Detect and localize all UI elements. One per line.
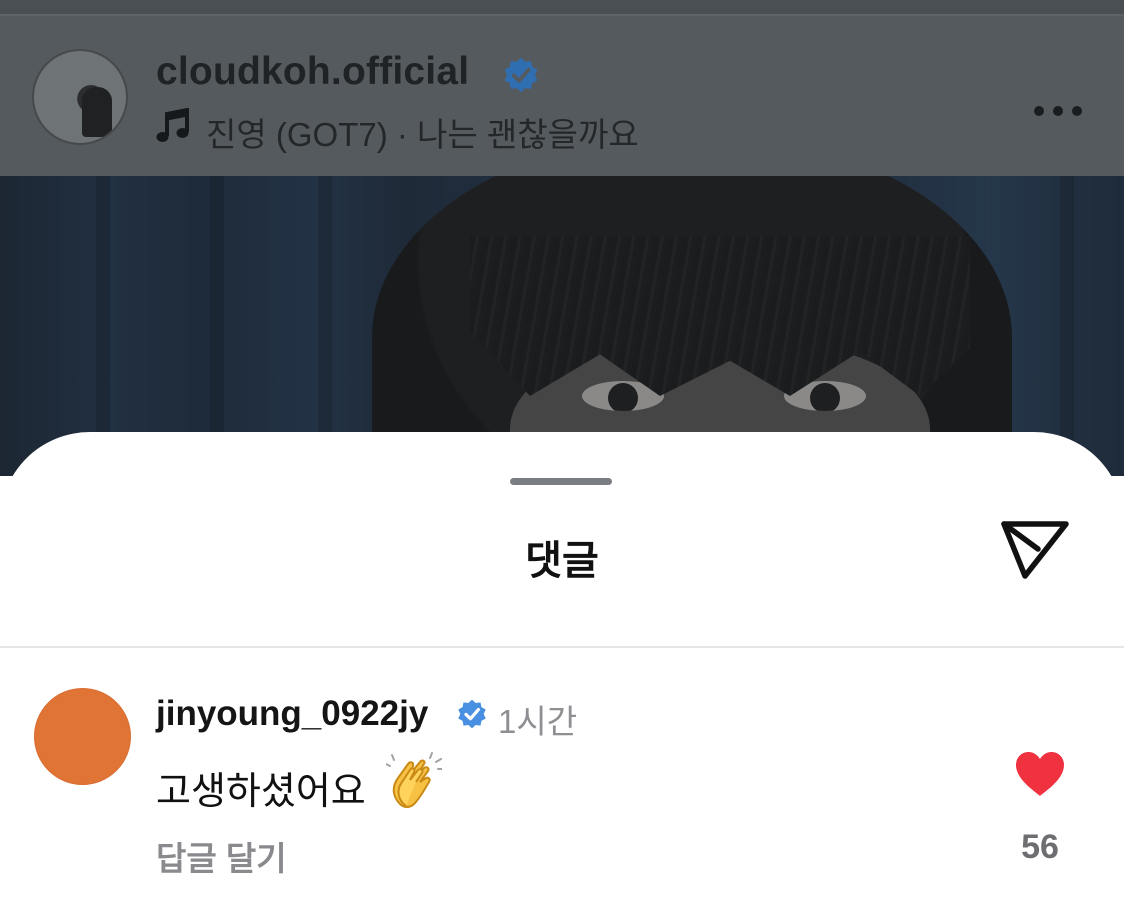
- clapping-hands-icon: [386, 752, 442, 808]
- comment-timestamp: 1시간: [498, 703, 578, 740]
- comment-author-username[interactable]: jinyoung_0922jy: [156, 694, 428, 734]
- post-image[interactable]: [0, 176, 1124, 476]
- avatar-figure: [82, 87, 112, 137]
- like-count: 56: [1021, 828, 1059, 866]
- post-header: cloudkoh.official 진영 (GOT7) · 나는 괜찮을까요: [0, 16, 1124, 176]
- verified-badge-icon: [458, 699, 486, 729]
- music-note-icon: [156, 108, 189, 142]
- sheet-drag-handle[interactable]: [510, 478, 612, 485]
- audio-track-label[interactable]: 진영 (GOT7) · 나는 괜찮을까요: [206, 108, 639, 156]
- comment-text: 고생하셨어요: [156, 771, 366, 813]
- verified-badge-icon: [504, 57, 538, 93]
- post-author-avatar[interactable]: [32, 49, 128, 145]
- comment-item: jinyoung_0922jy 1시간 고생하셨어요 답글 달기 56: [0, 648, 1124, 908]
- post-author-username[interactable]: cloudkoh.official: [156, 50, 469, 94]
- reply-button[interactable]: 답글 달기: [156, 832, 287, 880]
- heart-like-icon[interactable]: [1014, 750, 1066, 798]
- sheet-title: 댓글: [525, 539, 599, 583]
- comments-sheet: 댓글 jinyoung_0922jy 1시간 고생하셨어요 답글 달기 56: [0, 432, 1124, 908]
- status-strip: [0, 0, 1124, 14]
- comment-author-avatar[interactable]: [34, 688, 131, 785]
- send-paper-plane-icon[interactable]: [998, 518, 1072, 582]
- more-options-icon[interactable]: [1034, 104, 1082, 118]
